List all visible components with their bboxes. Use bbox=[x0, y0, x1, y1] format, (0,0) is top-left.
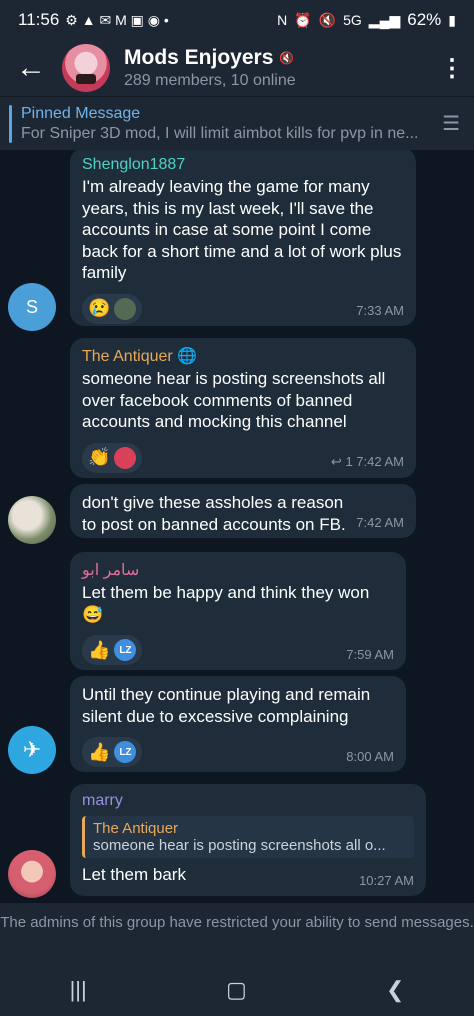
chat-header: ← Mods Enjoyers 🔇 289 members, 10 online… bbox=[0, 40, 474, 96]
message-text: Until they continue playing and remain s… bbox=[82, 685, 371, 726]
back-icon[interactable]: ❮ bbox=[386, 977, 404, 1003]
avatar[interactable] bbox=[8, 850, 56, 898]
message-list[interactable]: Shenglon1887 I'm already leaving the gam… bbox=[0, 150, 474, 903]
reply-arrow-icon: ↩ bbox=[330, 454, 342, 469]
message-bubble[interactable]: سامر ابو Let them be happy and think the… bbox=[70, 552, 406, 670]
message-bubble[interactable]: Until they continue playing and remain s… bbox=[70, 676, 406, 772]
reply-count: 1 bbox=[345, 454, 353, 469]
message-time: 7:42 AM bbox=[356, 515, 404, 530]
avatar[interactable] bbox=[8, 496, 56, 544]
chat-subtitle: 289 members, 10 online bbox=[124, 72, 296, 89]
group-avatar[interactable] bbox=[62, 44, 110, 92]
message-sender: Shenglon1887 bbox=[82, 156, 186, 173]
reply-quote[interactable]: The Antiquer someone hear is posting scr… bbox=[82, 816, 414, 858]
message-text: don't give these assholes a reason to po… bbox=[82, 493, 346, 534]
message-time: 7:42 AM bbox=[356, 454, 404, 469]
reaction-emoji: 👍 bbox=[88, 741, 111, 762]
reactor-avatar: LZ bbox=[114, 741, 137, 763]
avatar[interactable]: S bbox=[8, 283, 56, 331]
mute-icon: 🔇 bbox=[318, 11, 337, 28]
more-menu-icon[interactable]: ⋮ bbox=[430, 54, 474, 83]
reactor-avatar bbox=[114, 446, 137, 469]
message-sender: سامر ابو bbox=[82, 562, 140, 579]
battery-level: 62% bbox=[407, 10, 442, 29]
quote-text: someone hear is posting screenshots all … bbox=[93, 837, 386, 854]
reactor-avatar bbox=[114, 297, 137, 320]
reactor-avatar: LZ bbox=[114, 639, 137, 661]
message-time: 8:00 AM bbox=[346, 749, 394, 764]
reaction-chip[interactable]: 👏 bbox=[82, 442, 143, 473]
pin-list-icon[interactable]: ☰ bbox=[442, 111, 460, 136]
message-bubble[interactable]: The Antiquer 🌐 someone hear is posting s… bbox=[70, 338, 416, 478]
message-bubble[interactable]: Shenglon1887 I'm already leaving the gam… bbox=[70, 150, 416, 326]
recents-icon[interactable]: ||| bbox=[70, 977, 87, 1003]
muted-icon: 🔇 bbox=[279, 51, 295, 65]
system-nav-bar: ||| ▢ ❮ bbox=[0, 963, 474, 1016]
message-sender: marry bbox=[82, 792, 123, 809]
reaction-emoji: 👍 bbox=[88, 639, 111, 660]
message-time: 7:59 AM bbox=[346, 647, 394, 662]
message-bubble[interactable]: don't give these assholes a reason to po… bbox=[70, 484, 416, 538]
network-label: 5G bbox=[343, 12, 362, 28]
message-time: 7:33 AM bbox=[356, 303, 404, 318]
message-text: I'm already leaving the game for many ye… bbox=[82, 177, 402, 282]
alarm-icon: ⏰ bbox=[294, 11, 312, 28]
nfc-icon: N bbox=[277, 12, 288, 28]
status-bar: 11:56 ⚙ ▲ ✉ M ▣ ◉ • N ⏰ 🔇 5G ▂▄▆ 62% ▮ bbox=[0, 0, 474, 40]
reaction-chip[interactable]: 👍 LZ bbox=[82, 737, 143, 767]
chat-title: Mods Enjoyers bbox=[124, 46, 274, 69]
battery-icon: ▮ bbox=[448, 11, 456, 28]
reaction-chip[interactable]: 😢 bbox=[82, 293, 143, 324]
pinned-text: For Sniper 3D mod, I will limit aimbot k… bbox=[21, 124, 419, 142]
notification-icons: ⚙ ▲ ✉ M ▣ ◉ • bbox=[65, 11, 169, 28]
signal-icon: ▂▄▆ bbox=[368, 11, 401, 28]
message-sender: The Antiquer 🌐 bbox=[82, 348, 198, 365]
pinned-message-bar[interactable]: Pinned Message For Sniper 3D mod, I will… bbox=[0, 96, 474, 150]
back-arrow-icon[interactable]: ← bbox=[0, 51, 62, 85]
reaction-emoji: 😢 bbox=[88, 298, 111, 318]
restriction-notice: The admins of this group have restricted… bbox=[0, 903, 474, 963]
message-meta: ↩ 1 7:42 AM bbox=[331, 454, 404, 470]
home-icon[interactable]: ▢ bbox=[226, 977, 247, 1003]
message-time: 10:27 AM bbox=[359, 873, 414, 888]
status-time: 11:56 bbox=[18, 10, 60, 29]
message-text: someone hear is posting screenshots all … bbox=[82, 369, 386, 431]
telegram-avatar[interactable]: ✈ bbox=[8, 726, 56, 774]
reaction-emoji: 👏 bbox=[88, 447, 111, 467]
message-bubble[interactable]: marry The Antiquer someone hear is posti… bbox=[70, 784, 426, 896]
pinned-indicator bbox=[9, 105, 12, 143]
pinned-title: Pinned Message bbox=[21, 104, 141, 122]
quote-sender: The Antiquer bbox=[93, 820, 179, 837]
chat-title-block[interactable]: Mods Enjoyers 🔇 289 members, 10 online bbox=[124, 46, 296, 90]
reaction-chip[interactable]: 👍 LZ bbox=[82, 635, 143, 665]
message-text: Let them be happy and think they won 😅 bbox=[82, 583, 370, 624]
globe-icon: 🌐 bbox=[177, 348, 198, 365]
